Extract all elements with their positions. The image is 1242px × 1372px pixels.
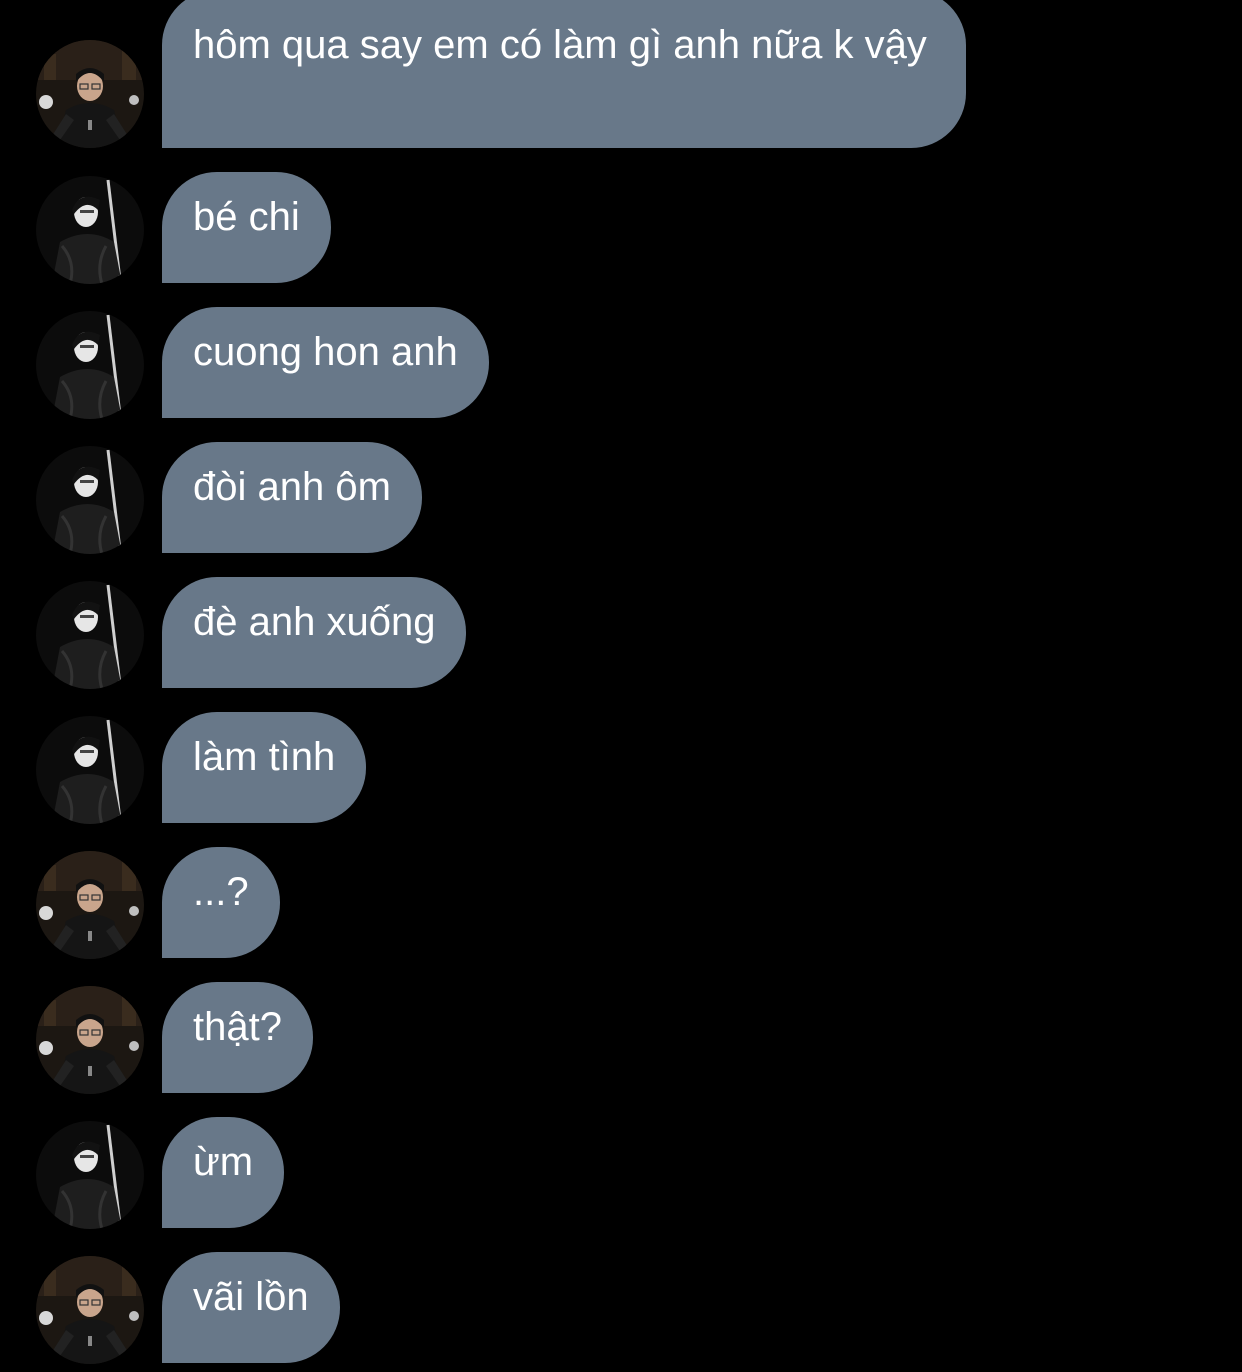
avatar-user-b[interactable] (36, 716, 144, 824)
message-bubble[interactable]: làm tình (162, 712, 367, 823)
avatar-user-a[interactable] (36, 40, 144, 148)
message-bubble[interactable]: đòi anh ôm (162, 442, 422, 553)
avatar-user-a[interactable] (36, 986, 144, 1094)
message-bubble[interactable]: đè anh xuống (162, 577, 467, 688)
message-bubble[interactable]: ừm (162, 1117, 285, 1228)
avatar-user-b[interactable] (36, 1121, 144, 1229)
message-bubble[interactable]: hôm qua say em có làm gì anh nữa k vậy (162, 0, 966, 148)
avatar-user-a[interactable] (36, 851, 144, 959)
message-bubble[interactable]: cuong hon anh (162, 307, 489, 418)
message-bubble[interactable]: vãi lồn (162, 1252, 340, 1363)
avatar-user-b[interactable] (36, 311, 144, 419)
message-bubble[interactable]: thật? (162, 982, 313, 1093)
message-bubble[interactable]: bé chi (162, 172, 331, 283)
avatar-user-b[interactable] (36, 446, 144, 554)
avatar-user-b[interactable] (36, 176, 144, 284)
avatar-user-a[interactable] (36, 1256, 144, 1364)
message-bubble[interactable]: ...? (162, 847, 280, 958)
avatar-user-b[interactable] (36, 581, 144, 689)
chat-thread: hôm qua say em có làm gì anh nữa k vậy b… (0, 0, 1242, 1372)
